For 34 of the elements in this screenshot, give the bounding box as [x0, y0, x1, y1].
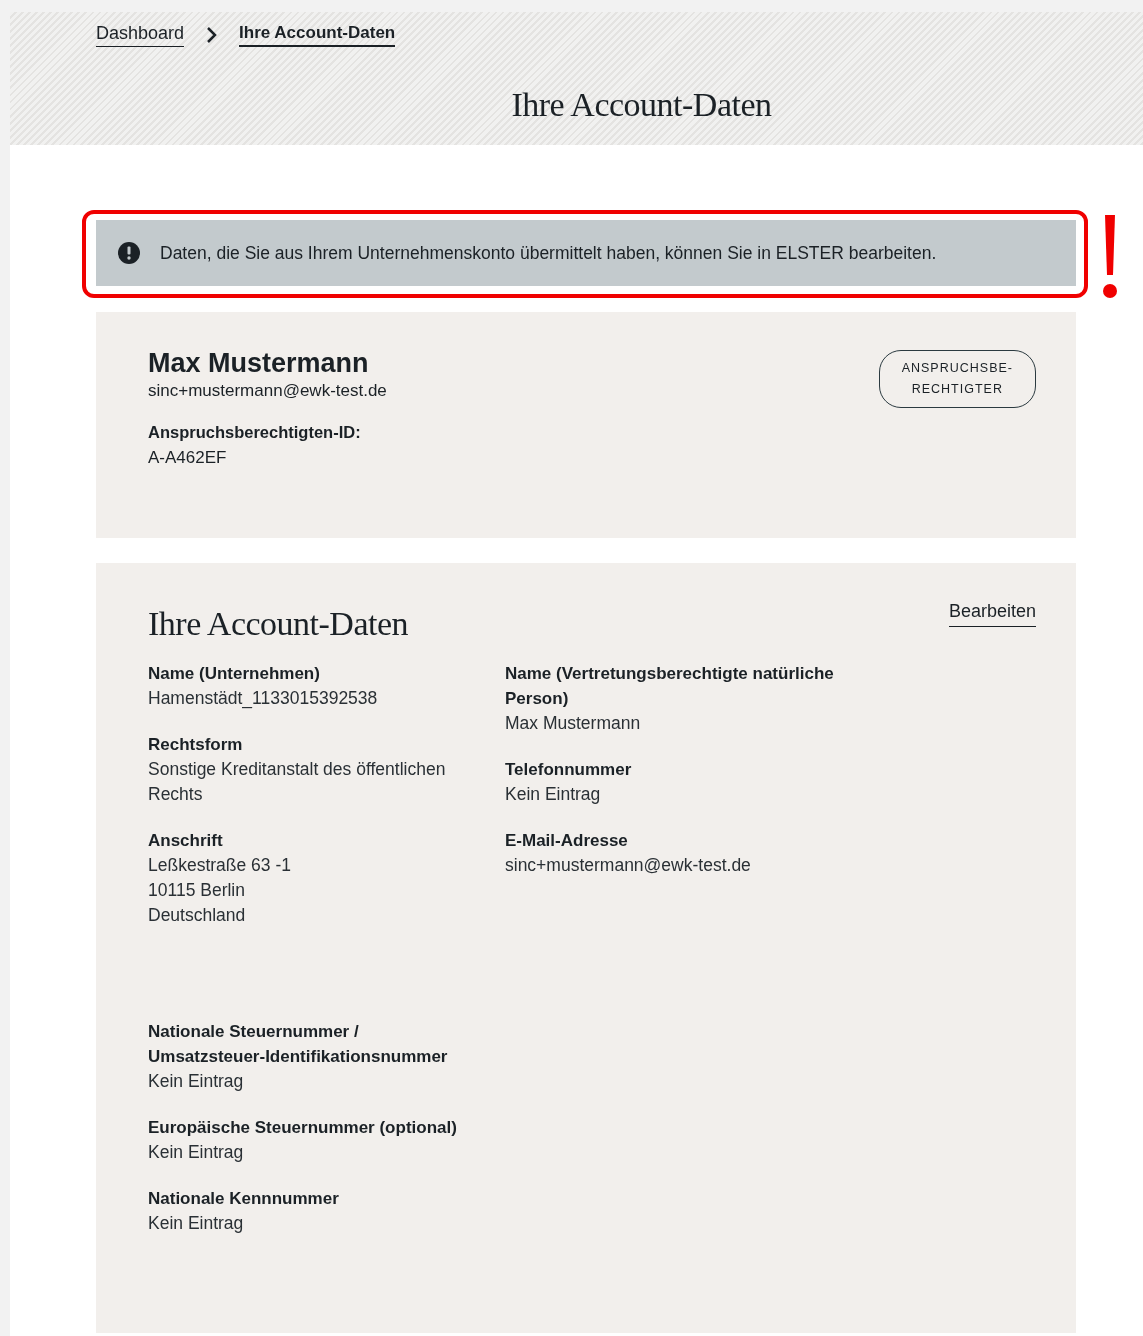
info-text: Daten, die Sie aus Ihrem Unternehmenskonto übermittelt haben, können Sie in ELSTER bearbeiten. [160, 242, 937, 264]
field-value: Leßkestraße 63 -1 [148, 854, 292, 877]
field-label: Name (Unternehmen) [148, 663, 321, 685]
field-value: Kein Eintrag [148, 1141, 245, 1164]
breadcrumb-link[interactable]: Ihre Account-Daten [239, 23, 396, 47]
field-value: Kein Eintrag [148, 1212, 245, 1235]
field-label: Anspruchsberechtigten-ID: [148, 423, 362, 442]
exclamation-icon [1102, 215, 1118, 299]
field-value: Sonstige Kreditanstalt des öffentlichen Rechts [148, 758, 447, 806]
section-title: Ihre Account-Daten [148, 605, 409, 643]
field-value: sinc+mustermann@ewk-test.de [505, 854, 752, 877]
chevron-right-icon [206, 26, 218, 44]
field-label: Europäische Steuernummer (optional) [148, 1117, 458, 1139]
field-label: Rechtsform [148, 734, 244, 756]
user-name: Max Mustermann [148, 348, 370, 379]
breadcrumb-link[interactable]: Dashboard [96, 23, 185, 47]
field-value: A-A462EF [148, 448, 228, 468]
field-value: Max Mustermann [505, 712, 642, 735]
field-value: Kein Eintrag [148, 1070, 245, 1093]
field-value: Deutschland [148, 904, 247, 927]
info-icon [118, 242, 140, 264]
field-value: 10115 Berlin [148, 879, 246, 902]
field-label: Nationale Kennnummer [148, 1188, 340, 1210]
field-label: E-Mail-Adresse [505, 830, 629, 852]
field-value: Kein Eintrag [505, 783, 602, 806]
field-value: Hamenstädt_1133015392538 [148, 687, 379, 711]
field-label: Telefonnummer [505, 759, 633, 781]
field-label: Anschrift [148, 830, 224, 852]
user-email: sinc+mustermann@ewk-test.de [148, 381, 387, 401]
field-label: Nationale Steuernummer / Umsatzsteuer-Identifikationsnummer [148, 1021, 449, 1068]
role-badge: ANSPRUCHSBE- RECHTIGTER [878, 350, 1036, 408]
edit-link[interactable]: Bearbeiten [948, 601, 1036, 627]
page-title: Ihre Account-Daten [511, 86, 772, 124]
field-label: Name (Vertretungsberechtigte natürliche Person) [505, 663, 835, 710]
